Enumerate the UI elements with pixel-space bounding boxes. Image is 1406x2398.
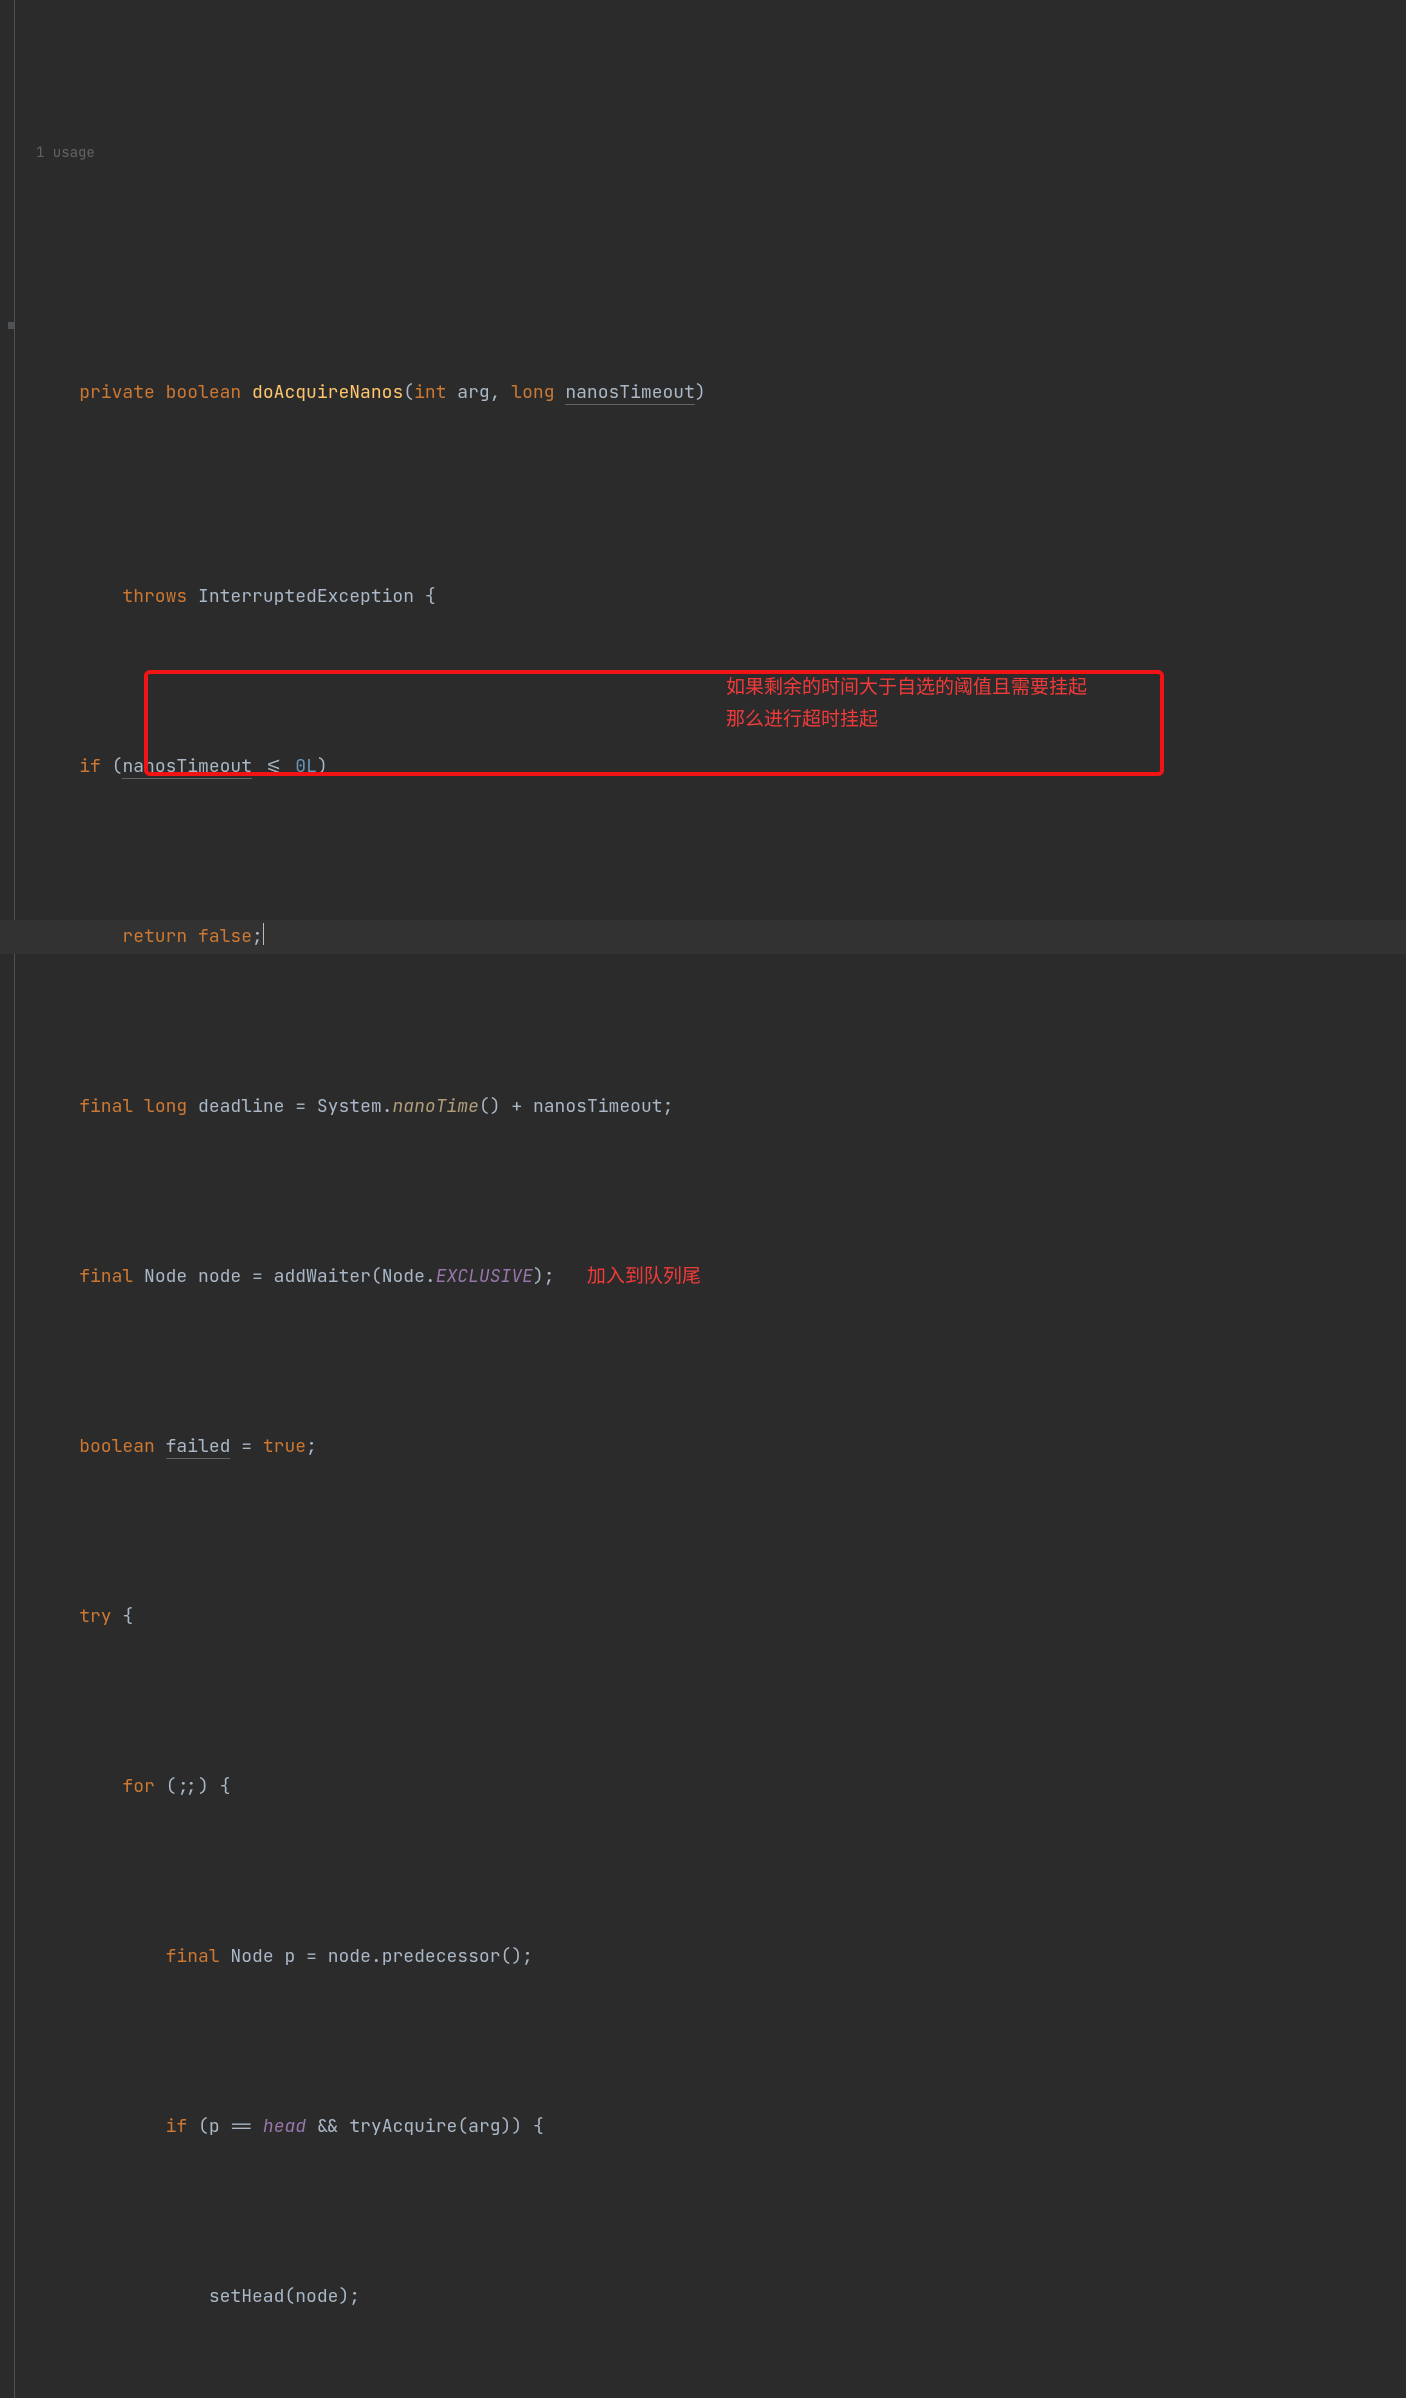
- op-lte: <=: [263, 755, 285, 778]
- keyword-boolean: boolean: [166, 381, 242, 404]
- paren-open: (: [284, 2285, 295, 2308]
- keyword-int: int: [414, 381, 446, 404]
- keyword-return: return: [122, 925, 187, 948]
- keyword-private: private: [79, 381, 155, 404]
- keyword-false: false: [198, 925, 252, 948]
- const-exclusive: EXCLUSIVE: [436, 1265, 533, 1288]
- param-nanos: nanosTimeout: [565, 381, 695, 405]
- code-line[interactable]: private boolean doAcquireNanos(int arg, …: [0, 308, 1406, 444]
- keyword-if: if: [166, 2115, 188, 2138]
- paren-open: (: [457, 2115, 468, 2138]
- type-interruptedexception: InterruptedException: [198, 585, 414, 608]
- paren-close: )) {: [501, 2115, 544, 2138]
- usage-hint[interactable]: 1 usage: [0, 136, 1406, 170]
- punct: ,: [490, 381, 512, 404]
- literal-0L: 0L: [295, 755, 317, 778]
- keyword-long: long: [144, 1095, 187, 1118]
- dot: .: [425, 1265, 436, 1288]
- annotation-box-line1: 如果剩余的时间大于自选的阈值且需要挂起: [726, 673, 1087, 703]
- op-assign: =: [252, 1265, 263, 1288]
- op-eqeq: ==: [230, 2115, 252, 2138]
- semicolon: ;: [252, 925, 263, 948]
- code-line[interactable]: throws InterruptedException {: [0, 580, 1406, 614]
- code-editor[interactable]: 1 usage private boolean doAcquireNanos(i…: [0, 0, 1406, 2398]
- brace-open: {: [122, 1605, 133, 1628]
- paren-close: );: [533, 1265, 555, 1288]
- code-line[interactable]: final Node p = node.predecessor();: [0, 1940, 1406, 1974]
- dot: .: [382, 1095, 393, 1118]
- keyword-try: try: [79, 1605, 111, 1628]
- punct: ): [695, 381, 706, 404]
- method-predecessor: predecessor: [382, 1945, 501, 1968]
- keyword-for: for: [122, 1775, 154, 1798]
- paren-open: (: [112, 755, 123, 778]
- code-line[interactable]: if (nanosTimeout <= 0L): [0, 750, 1406, 784]
- var-node: node: [328, 1945, 371, 1968]
- type-node: Node: [144, 1265, 187, 1288]
- var-p: p: [284, 1945, 295, 1968]
- keyword-final: final: [166, 1945, 220, 1968]
- keyword-final: final: [79, 1095, 133, 1118]
- var-arg: arg: [468, 2115, 500, 2138]
- op-plus: +: [511, 1095, 522, 1118]
- code-line[interactable]: if (p == head && tryAcquire(arg)) {: [0, 2110, 1406, 2144]
- type-node: Node: [382, 1265, 425, 1288]
- for-cond: (;;) {: [166, 1775, 231, 1798]
- code-line[interactable]: boolean failed = true;: [0, 1430, 1406, 1464]
- code-line[interactable]: setHead(node);: [0, 2280, 1406, 2314]
- semicolon: ;: [663, 1095, 674, 1118]
- caret-icon: [263, 923, 265, 945]
- op-assign: =: [295, 1095, 306, 1118]
- class-system: System: [317, 1095, 382, 1118]
- var-deadline: deadline: [198, 1095, 284, 1118]
- var-nanos: nanosTimeout: [533, 1095, 663, 1118]
- keyword-if: if: [79, 755, 101, 778]
- fold-tick-icon: [8, 322, 15, 329]
- method-tryacquire: tryAcquire: [349, 2115, 457, 2138]
- code-line[interactable]: final long deadline = System.nanoTime() …: [0, 1090, 1406, 1124]
- keyword-long: long: [511, 381, 554, 404]
- var-node: node: [295, 2285, 338, 2308]
- code-line-active[interactable]: return false;: [0, 920, 1406, 954]
- paren-close: );: [338, 2285, 360, 2308]
- var-node: node: [198, 1265, 241, 1288]
- type-node: Node: [230, 1945, 273, 1968]
- keyword-final: final: [79, 1265, 133, 1288]
- op-assign: =: [306, 1945, 317, 1968]
- var-p: p: [209, 2115, 220, 2138]
- paren-open: (: [371, 1265, 382, 1288]
- dot: .: [371, 1945, 382, 1968]
- code-line[interactable]: final Node node = addWaiter(Node.EXCLUSI…: [0, 1260, 1406, 1294]
- paren-open: (: [198, 2115, 209, 2138]
- paren-close: ): [317, 755, 328, 778]
- var-nanos: nanosTimeout: [122, 755, 252, 779]
- field-head: head: [263, 2115, 306, 2138]
- punct: (: [403, 381, 414, 404]
- annotation-enqueue: 加入到队列尾: [587, 1266, 701, 1287]
- method-name: doAcquireNanos: [252, 381, 403, 404]
- parens: (): [479, 1095, 501, 1118]
- keyword-boolean: boolean: [79, 1435, 155, 1458]
- keyword-throws: throws: [122, 585, 187, 608]
- method-sethead: setHead: [209, 2285, 285, 2308]
- keyword-true: true: [263, 1435, 306, 1458]
- parens: ();: [501, 1945, 533, 1968]
- semicolon: ;: [306, 1435, 317, 1458]
- code-line[interactable]: for (;;) {: [0, 1770, 1406, 1804]
- var-failed: failed: [166, 1435, 231, 1459]
- brace-open: {: [425, 585, 436, 608]
- param-arg: arg: [457, 381, 489, 404]
- annotation-box-line2: 那么进行超时挂起: [726, 705, 878, 735]
- code-line[interactable]: try {: [0, 1600, 1406, 1634]
- method-addwaiter: addWaiter: [274, 1265, 371, 1288]
- op-assign: =: [241, 1435, 252, 1458]
- method-nanotime: nanoTime: [393, 1095, 479, 1118]
- op-and: &&: [317, 2115, 339, 2138]
